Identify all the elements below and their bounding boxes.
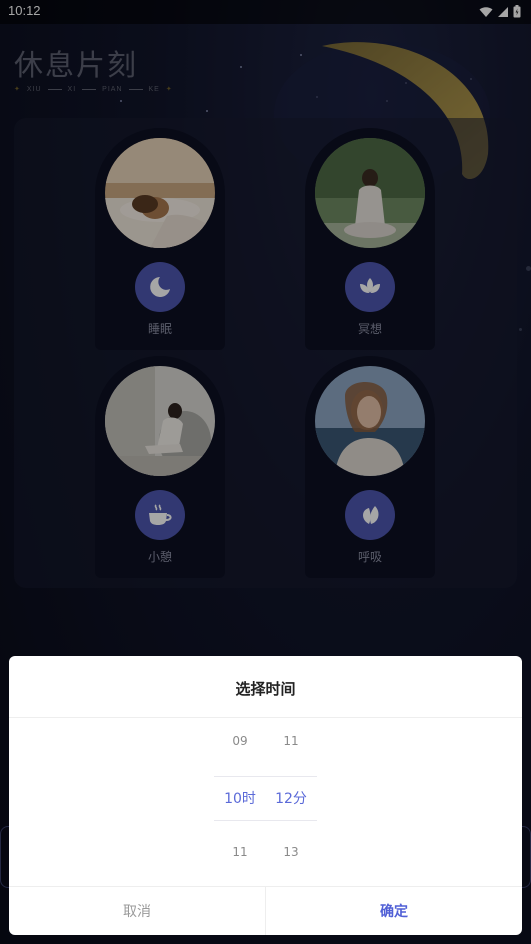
minute-option[interactable]: 13 (265, 845, 317, 859)
confirm-button[interactable]: 确定 (266, 887, 522, 935)
app-screen: 10:12 休息片刻 ✦ XIU XI PIAN KE ✦ z 睡眠 冥想 小憩… (0, 0, 531, 944)
minute-wheel[interactable]: 11 12分 13 (265, 718, 317, 886)
cancel-button[interactable]: 取消 (9, 887, 266, 935)
minute-selected[interactable]: 12分 (265, 788, 317, 808)
dialog-actions: 取消 确定 (9, 886, 522, 935)
hour-option[interactable]: 11 (214, 845, 266, 859)
minute-option[interactable]: 11 (265, 734, 317, 748)
hour-selected[interactable]: 10时 (214, 788, 266, 808)
hour-wheel[interactable]: 09 10时 11 (214, 718, 266, 886)
time-picker-dialog: 选择时间 09 10时 11 11 12分 13 取消 确定 (9, 656, 522, 935)
hour-option[interactable]: 09 (214, 734, 266, 748)
dialog-title: 选择时间 (9, 656, 522, 718)
time-picker: 09 10时 11 11 12分 13 (9, 718, 522, 886)
